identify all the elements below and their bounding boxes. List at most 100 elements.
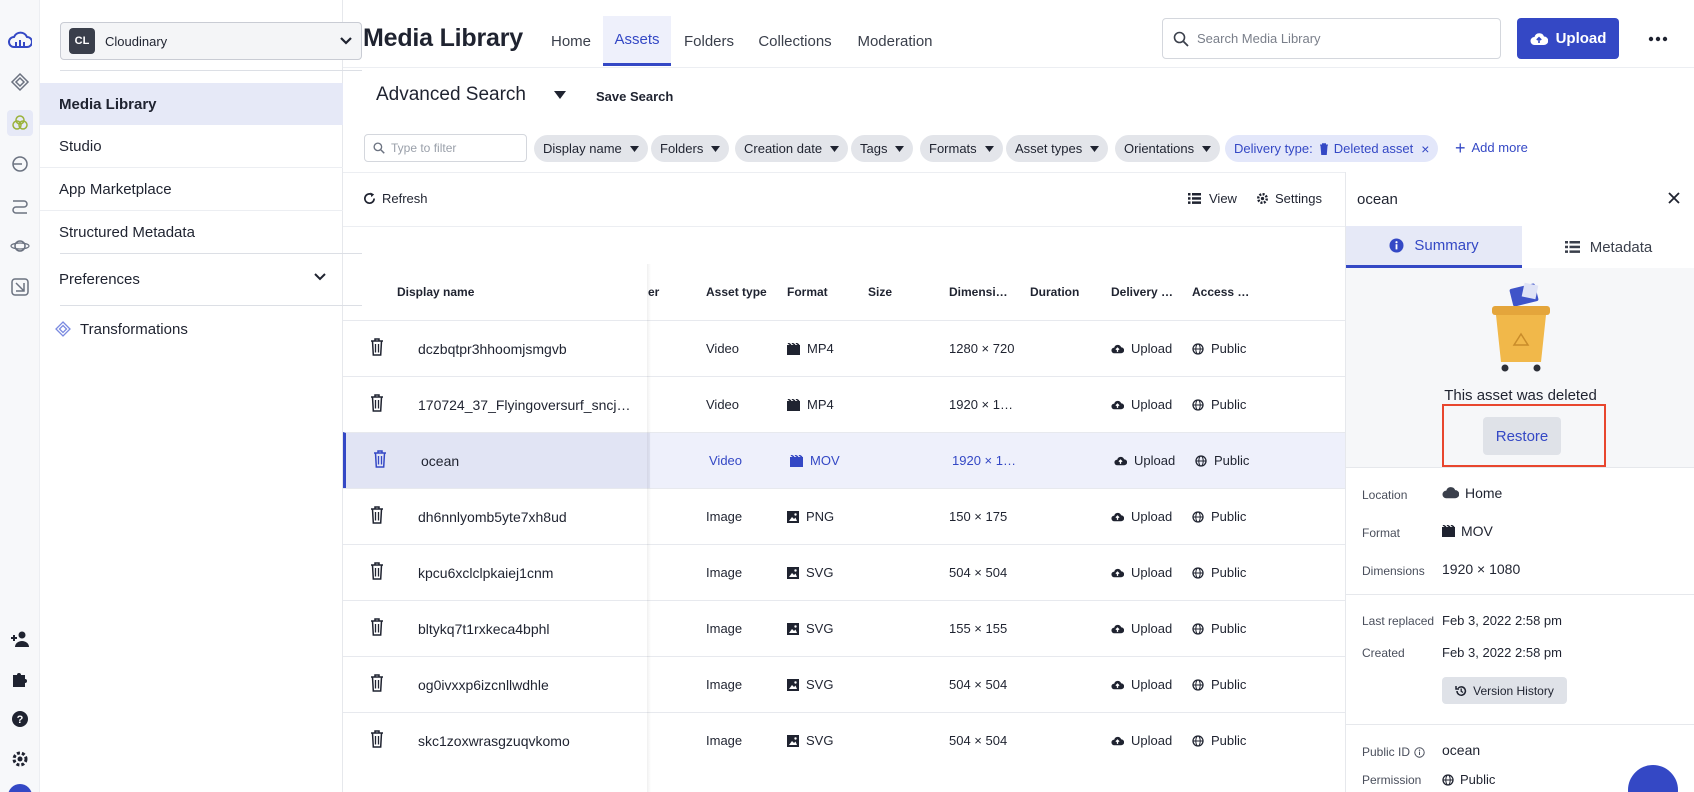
filter-chip-delivery-type[interactable]: Delivery type: Deleted asset × — [1225, 135, 1439, 162]
trash-icon[interactable] — [370, 730, 384, 748]
dimensions-cell: 155 × 155 — [949, 621, 1008, 636]
caret-down-icon[interactable] — [552, 90, 568, 100]
filter-chip-orientations[interactable]: Orientations — [1115, 135, 1221, 162]
dimensions-cell: 1920 × 1… — [952, 453, 1016, 468]
filter-chip-creation-date[interactable]: Creation date — [735, 135, 849, 162]
table-row[interactable]: dh6nnlyomb5yte7xh8ud Image PNG 150 × 175 Upl… — [343, 488, 1345, 544]
delivery-text: Upload — [1131, 509, 1173, 524]
nav-item-app-marketplace[interactable]: App Marketplace — [40, 169, 343, 211]
chip-label: Creation date — [744, 141, 823, 156]
trash-icon[interactable] — [370, 394, 384, 412]
tab-moderation[interactable]: Moderation — [856, 16, 934, 66]
filter-chip-tags[interactable]: Tags — [851, 135, 914, 162]
table-row[interactable]: dczbqtpr3hhoomjsmgvb Video MP4 1280 × 720 Up… — [343, 320, 1345, 376]
asset-name: og0ivxxp6izcnllwdhle — [418, 676, 549, 693]
puzzle-icon[interactable] — [7, 666, 33, 692]
table-row[interactable]: bltykq7t1rxkeca4bphl Image SVG 155 × 155 Upl… — [343, 600, 1345, 656]
refresh-button[interactable]: Refresh — [363, 191, 428, 206]
nav-item-preferences[interactable]: Preferences — [40, 258, 343, 300]
media-search-input[interactable] — [1197, 31, 1477, 46]
cloudinary-logo-icon[interactable] — [7, 27, 33, 53]
tab-summary[interactable]: Summary — [1346, 226, 1522, 268]
access-cell: Public — [1192, 489, 1246, 544]
table-row[interactable]: 170724_37_Flyingoversurf_sncj… Video MP4 19… — [343, 376, 1345, 432]
table-row[interactable]: kpcu6xclclpkaiej1cnm Image SVG 504 × 504 Upl… — [343, 544, 1345, 600]
col-header-size[interactable]: Size — [868, 264, 892, 320]
tab-metadata[interactable]: Metadata — [1522, 226, 1694, 268]
tab-folders[interactable]: Folders — [684, 16, 734, 66]
table-row[interactable]: og0ivxxp6izcnllwdhle Image SVG 504 × 504 Upl… — [343, 656, 1345, 712]
nav-item-studio[interactable]: Studio — [40, 126, 343, 168]
more-horizontal-icon — [1648, 36, 1668, 42]
version-history-button[interactable]: Version History — [1442, 677, 1567, 704]
cloud-upload-icon — [1111, 512, 1124, 521]
tab-assets[interactable]: Assets — [603, 16, 671, 66]
globe-icon — [1192, 398, 1204, 411]
delivery-text: Upload — [1131, 341, 1173, 356]
media-search-box — [1162, 18, 1501, 59]
field-value-dimensions: 1920 × 1080 — [1442, 561, 1521, 577]
close-details-button[interactable] — [1668, 192, 1680, 204]
user-avatar[interactable] — [8, 784, 32, 792]
col-header-asset-type[interactable]: Asset type — [706, 264, 767, 320]
col-header-display-name[interactable]: Display name — [397, 264, 474, 320]
programmable-media-icon[interactable] — [7, 69, 33, 95]
trash-icon[interactable] — [370, 618, 384, 636]
format-cell: SVG — [787, 713, 833, 768]
divider — [60, 70, 362, 71]
col-header-delivery-type[interactable]: Delivery … — [1111, 264, 1173, 320]
delivery-text: Upload — [1131, 677, 1173, 692]
nav-item-media-library[interactable]: Media Library — [40, 83, 343, 125]
col-header-access[interactable]: Access … — [1192, 264, 1249, 320]
settings-button[interactable]: Settings — [1256, 191, 1322, 206]
nav-item-structured-metadata[interactable]: Structured Metadata — [40, 211, 343, 253]
nav-item-transformations[interactable]: Transformations — [40, 308, 343, 350]
table-row[interactable]: skc1zoxwrasgzuqvkomo Image SVG 504 × 504 Upl… — [343, 712, 1345, 768]
tab-home[interactable]: Home — [551, 16, 591, 66]
add-user-icon[interactable] — [7, 626, 33, 652]
add-more-filters-button[interactable]: + Add more — [1455, 139, 1528, 157]
filter-input[interactable] — [391, 141, 521, 155]
divider — [60, 305, 362, 306]
filter-chip-folders[interactable]: Folders — [651, 135, 730, 162]
advanced-search-title[interactable]: Advanced Search — [376, 84, 526, 106]
planet-icon[interactable] — [7, 233, 33, 259]
tab-collections[interactable]: Collections — [757, 16, 833, 66]
upload-button[interactable]: Upload — [1517, 18, 1619, 59]
col-header-format[interactable]: Format — [787, 264, 828, 320]
field-label: Location — [1362, 488, 1408, 502]
filter-chip-asset-types[interactable]: Asset types — [1006, 135, 1109, 162]
dimensions-cell: 150 × 175 — [949, 509, 1008, 524]
chip-close-button[interactable]: × — [1421, 141, 1429, 157]
help-icon[interactable]: ? — [7, 706, 33, 732]
view-button[interactable]: View — [1188, 191, 1237, 206]
view-label: View — [1209, 191, 1237, 206]
info-outline-icon[interactable] — [1414, 746, 1425, 758]
field-label: Created — [1362, 646, 1405, 660]
asset-type-cell: Image — [706, 677, 743, 692]
trash-icon[interactable] — [370, 506, 384, 524]
trash-icon[interactable] — [370, 562, 384, 580]
cloud-selector[interactable]: CL Cloudinary — [60, 22, 362, 60]
more-options-button[interactable] — [1645, 26, 1671, 52]
trash-icon[interactable] — [370, 338, 384, 356]
filter-chip-display-name[interactable]: Display name — [534, 135, 648, 162]
restore-button[interactable]: Restore — [1483, 417, 1561, 455]
filter-chip-formats[interactable]: Formats — [920, 135, 1003, 162]
trash-icon[interactable] — [370, 674, 384, 692]
divider — [1346, 724, 1694, 725]
cloud-upload-icon — [1530, 32, 1548, 45]
save-search-button[interactable]: Save Search — [596, 89, 673, 104]
col-header-duration[interactable]: Duration — [1030, 264, 1079, 320]
cloud-upload-icon — [1111, 400, 1124, 409]
gear-icon[interactable] — [7, 746, 33, 772]
media-flows-icon[interactable] — [7, 274, 33, 300]
film-icon — [787, 398, 800, 411]
globe-icon — [1192, 678, 1204, 691]
trash-icon[interactable] — [373, 450, 387, 468]
col-header-dimensions[interactable]: Dimensi… — [949, 264, 1008, 320]
table-row[interactable]: ocean Video MOV 1920 × 1… Upload Public — [343, 432, 1345, 488]
integrations-icon[interactable] — [7, 192, 33, 218]
video-icon[interactable] — [7, 151, 33, 177]
assets-icon[interactable] — [7, 110, 33, 136]
